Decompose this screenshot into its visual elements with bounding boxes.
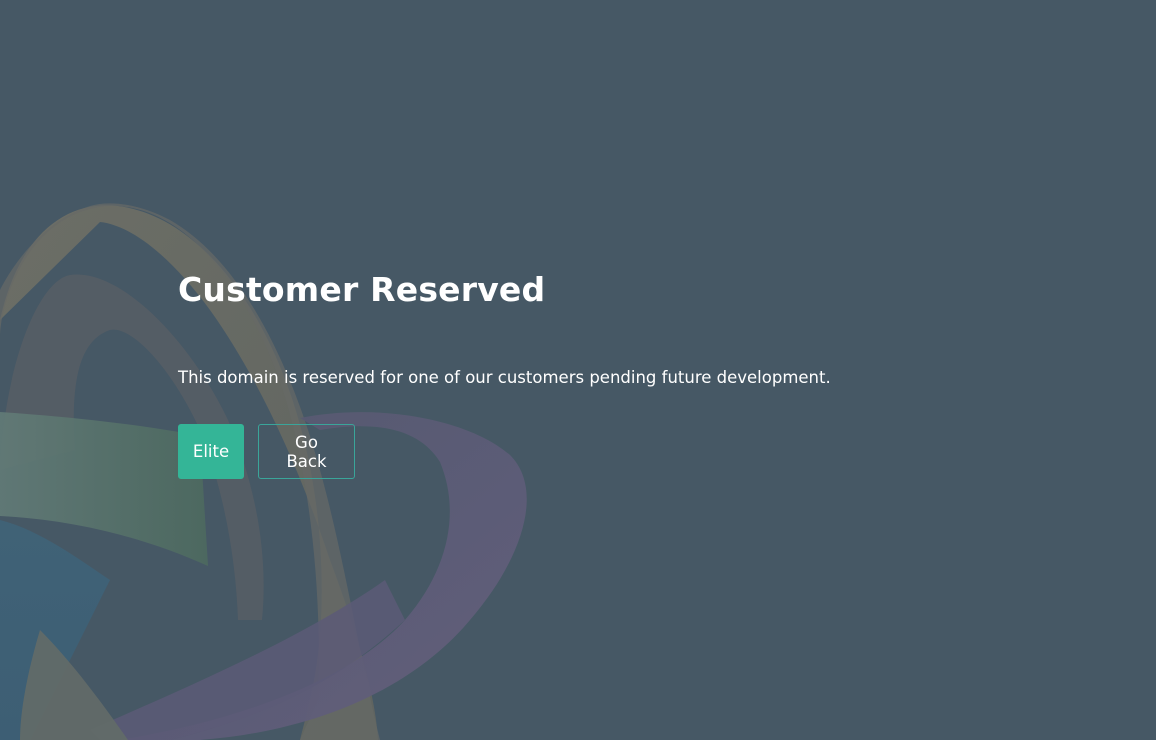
go-back-button[interactable]: Go Back <box>258 424 355 479</box>
green-ribbon-shape <box>0 412 208 566</box>
blue-ribbon-shape <box>0 520 110 740</box>
page-title: Customer Reserved <box>178 270 546 309</box>
elite-button[interactable]: Elite <box>178 424 244 479</box>
olive-tail-shape <box>20 630 128 740</box>
action-buttons: Elite Go Back <box>178 424 938 479</box>
purple-band-shape <box>90 580 405 740</box>
main-content: Customer Reserved This domain is reserve… <box>178 266 938 479</box>
reserved-message: This domain is reserved for one of our c… <box>178 368 831 387</box>
page: Customer Reserved This domain is reserve… <box>0 0 1156 740</box>
